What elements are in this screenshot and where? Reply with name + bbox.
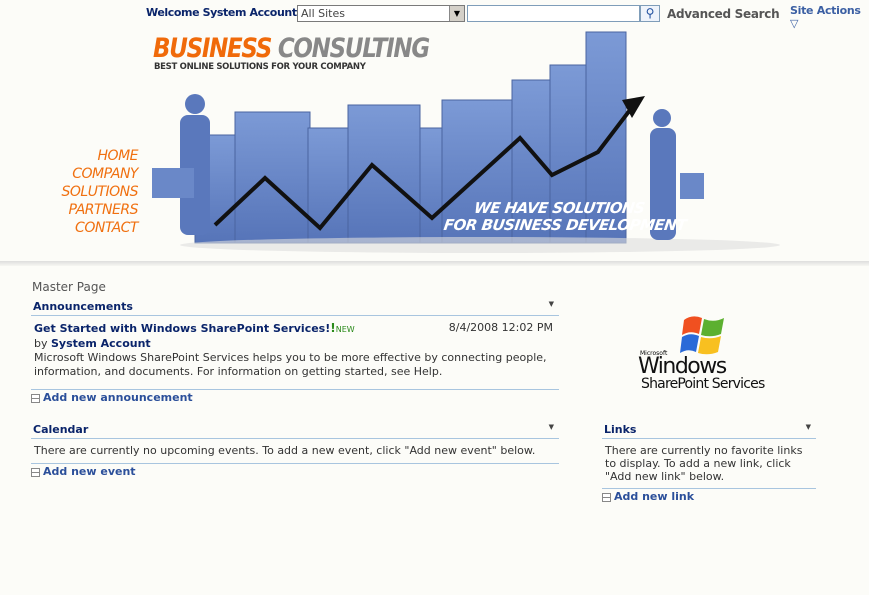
calendar-empty-text: There are currently no upcoming events. … <box>34 444 536 457</box>
welcome-label: Welcome System Account <box>146 6 297 19</box>
banner-logo: BUSINESS CONSULTING <box>153 33 430 64</box>
by-label: by <box>34 337 48 350</box>
scope-value: All Sites <box>301 7 345 20</box>
nav-solutions[interactable]: SOLUTIONS <box>60 183 138 201</box>
announcement-body: Microsoft Windows SharePoint Services he… <box>34 351 547 378</box>
search-button[interactable]: ⚲ <box>640 5 660 22</box>
windows-flag-icon <box>680 316 724 355</box>
banner-slogan: WE HAVE SOLUTIONS FOR BUSINESS DEVELOPMEN… <box>442 199 688 234</box>
links-webpart: Links ▼ There are currently no favorite l… <box>602 421 816 503</box>
webpart-menu-icon[interactable]: ▼ <box>549 300 554 308</box>
site-actions-label: Site Actions <box>790 4 861 17</box>
site-actions-menu[interactable]: Site Actions ▽ <box>790 4 869 30</box>
add-new-link[interactable]: Add new link <box>602 488 816 503</box>
webpart-title: Links <box>604 423 637 436</box>
wss-logo: Microsoft Windows SharePoint Services <box>638 314 788 394</box>
webpart-menu-icon[interactable]: ▼ <box>549 423 554 431</box>
bullet-icon <box>31 393 40 403</box>
author-link[interactable]: System Account <box>51 337 151 350</box>
webpart-header: Calendar ▼ <box>31 421 559 439</box>
nav-contact[interactable]: CONTACT <box>60 219 138 237</box>
new-badge: NEW <box>335 325 355 334</box>
bullet-icon <box>602 492 611 502</box>
divider <box>0 261 869 266</box>
webpart-title: Announcements <box>33 300 133 313</box>
chevron-down-icon: ▼ <box>449 6 464 21</box>
add-new-announcement[interactable]: Add new announcement <box>31 389 559 404</box>
announcement-title-link[interactable]: Get Started with Windows SharePoint Serv… <box>34 322 330 335</box>
bullet-icon <box>31 467 40 477</box>
announcement-date: 8/4/2008 12:02 PM <box>448 321 553 334</box>
search-scope-select[interactable]: All Sites ▼ <box>297 5 465 22</box>
webpart-header: Links ▼ <box>602 421 816 439</box>
webpart-header: Announcements ▼ <box>31 298 559 316</box>
webpart-menu-icon[interactable]: ▼ <box>806 423 811 431</box>
links-empty-text: There are currently no favorite links to… <box>605 444 803 483</box>
webpart-title: Calendar <box>33 423 89 436</box>
calendar-webpart: Calendar ▼ There are currently no upcomin… <box>31 421 559 478</box>
search-input[interactable] <box>467 5 640 22</box>
nav-home[interactable]: HOME <box>60 147 139 165</box>
banner-tagline: BEST ONLINE SOLUTIONS FOR YOUR COMPANY <box>154 62 366 72</box>
banner-nav: HOME COMPANY SOLUTIONS PARTNERS CONTACT <box>60 147 138 237</box>
page-title: Master Page <box>32 280 106 294</box>
add-new-event[interactable]: Add new event <box>31 463 559 478</box>
nav-partners[interactable]: PARTNERS <box>60 201 138 219</box>
magnifier-icon: ⚲ <box>645 6 655 20</box>
nav-company[interactable]: COMPANY <box>60 165 138 183</box>
announcements-webpart: Announcements ▼ Get Started with Windows … <box>31 298 559 404</box>
welcome-menu[interactable]: Welcome System Account ▼ <box>146 6 306 19</box>
advanced-search-link[interactable]: Advanced Search <box>667 7 780 21</box>
